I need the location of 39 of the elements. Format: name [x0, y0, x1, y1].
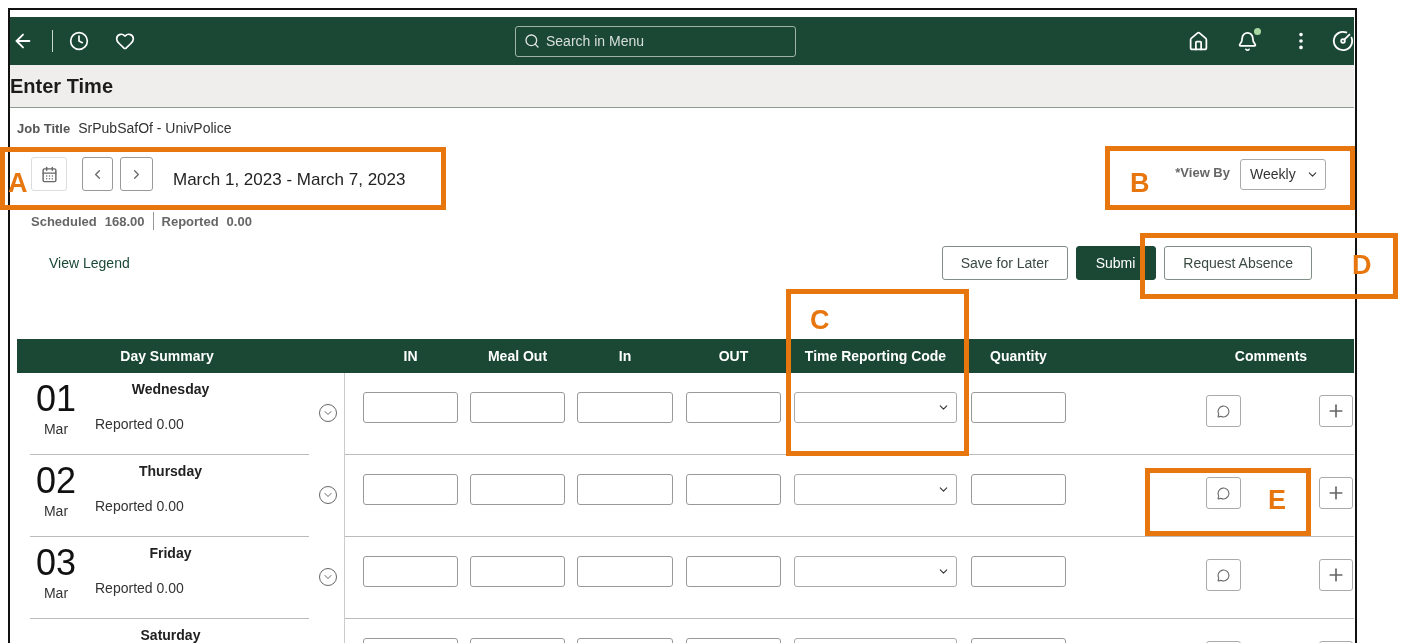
total-value: 168.00	[104, 213, 145, 229]
day-number: 02	[35, 463, 76, 499]
reported-hours: Reported 0.00	[95, 498, 184, 514]
total-label: Scheduled	[31, 213, 97, 229]
action-button[interactable]: Save for Later	[941, 246, 1068, 280]
weekday-label: Wednesday	[131, 381, 210, 397]
job-title-value: SrPubSafOf - UnivPolice	[78, 120, 232, 136]
column-header: OUT	[717, 348, 750, 364]
column-header: Day Summary	[119, 348, 215, 364]
weekday-label: Saturday	[140, 627, 201, 643]
total-value: 0.00	[226, 213, 252, 229]
total-label: Reported	[161, 213, 219, 229]
search-field[interactable]: Search in Menu	[514, 25, 796, 57]
submit-button[interactable]: Submi	[1075, 246, 1157, 280]
view-legend-link[interactable]: View Legend	[49, 255, 130, 271]
column-header: Meal Out	[486, 348, 549, 364]
column-header: Quantity	[989, 348, 1048, 364]
date-range: March 1, 2023 - March 7, 2023	[173, 170, 406, 190]
day-number: 03	[35, 545, 76, 581]
job-title-label: Job Title	[17, 121, 71, 136]
action-button[interactable]: Request Absence	[1164, 246, 1313, 280]
view-by-label: *View By	[1175, 164, 1230, 180]
column-header: IN	[402, 348, 419, 364]
callout-letter: B	[1130, 170, 1150, 197]
day-number: 01	[35, 381, 76, 417]
column-header: Comments	[1233, 348, 1309, 364]
callout-letter: E	[1268, 487, 1286, 514]
column-header: In	[617, 348, 633, 364]
reported-hours: Reported 0.00	[95, 580, 184, 596]
month-label: Mar	[43, 503, 69, 519]
weekday-label: Friday	[149, 545, 192, 561]
reported-hours: Reported 0.00	[95, 416, 184, 432]
page-title: Enter Time	[10, 74, 113, 98]
month-label: Mar	[43, 421, 69, 437]
column-header: Time Reporting Code	[803, 348, 948, 364]
weekday-label: Thursday	[139, 463, 202, 479]
view-by-dropdown[interactable]: Weekly	[1240, 158, 1326, 190]
month-label: Mar	[43, 585, 69, 601]
callout-letter: C	[810, 307, 830, 334]
